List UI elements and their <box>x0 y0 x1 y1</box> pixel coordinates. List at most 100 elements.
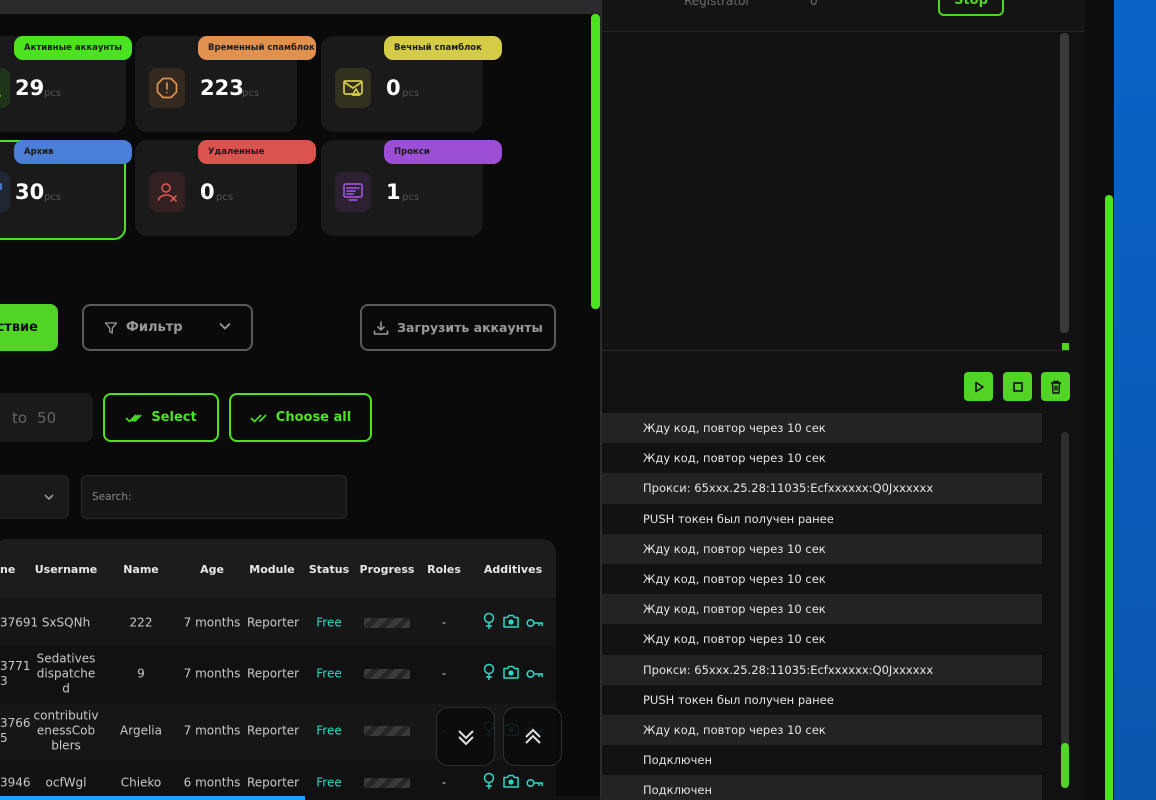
worker-panel-scrollbar[interactable] <box>1060 33 1069 333</box>
scroll-down-button[interactable] <box>436 707 495 766</box>
log-line: Жду код, повтор через 10 сек <box>600 443 1042 474</box>
table-cell: Reporter <box>247 723 300 738</box>
range-to-value: 50 <box>37 408 57 427</box>
accounts-window-scrollbar[interactable] <box>591 14 600 309</box>
log-line: PUSH токен был получен ранее <box>600 503 1042 534</box>
table-cell: Argelia <box>120 723 162 738</box>
table-cell: 222 <box>129 615 153 630</box>
table-cell: 3766 5 <box>0 716 31 745</box>
camera-icon[interactable] <box>502 773 520 793</box>
column-header[interactable]: Roles <box>427 563 461 576</box>
stat-badge: Вечный спамблок <box>384 36 502 60</box>
column-header[interactable]: Age <box>200 563 224 576</box>
per-page-select[interactable] <box>0 475 69 519</box>
stop-button[interactable]: Stop <box>938 0 1004 16</box>
column-header[interactable]: Username <box>35 563 98 576</box>
key-icon[interactable] <box>526 774 544 793</box>
scroll-up-button[interactable] <box>503 707 562 766</box>
search-input[interactable] <box>81 475 347 519</box>
action-button[interactable]: ствие <box>0 304 58 351</box>
progress-bar <box>364 618 410 628</box>
table-cell: 7 months <box>183 615 241 630</box>
camera-icon[interactable] <box>502 613 520 633</box>
desktop-background <box>1114 0 1156 800</box>
key-icon[interactable] <box>526 614 544 633</box>
female-icon[interactable] <box>482 612 496 634</box>
choose-all-label: Choose all <box>275 410 352 425</box>
upload-accounts-button[interactable]: Загрузить аккаунты <box>360 304 556 351</box>
column-header[interactable]: Name <box>123 563 159 576</box>
column-header[interactable]: Additives <box>484 563 542 576</box>
stat-value: 30 <box>15 180 45 204</box>
stop-square-button[interactable] <box>1003 372 1032 401</box>
column-header[interactable]: ne <box>0 563 15 576</box>
stat-badge: Временный спамблок <box>198 36 316 60</box>
log-line: PUSH токен был получен ранее <box>600 684 1042 715</box>
filter-dropdown[interactable]: Фильтр <box>82 304 253 351</box>
window-titlebar[interactable] <box>0 0 600 14</box>
log-scrollbar[interactable] <box>1061 432 1069 788</box>
log-line: Прокси: 65xxx.25.28:11035:Ecfxxxxxx:Q0Jx… <box>600 654 1042 685</box>
stat-badge: Активные аккаунты <box>14 36 132 60</box>
table-cell: SxSQNh <box>41 615 91 630</box>
table-cell: ocfWgl <box>45 775 87 790</box>
column-header[interactable]: Module <box>249 563 294 576</box>
log-line: Жду код, повтор через 10 сек <box>600 594 1042 625</box>
column-header[interactable]: Status <box>309 563 349 576</box>
log-line: Жду код, повтор через 10 сек <box>600 624 1042 655</box>
log-line: Жду код, повтор через 10 сек <box>600 533 1042 564</box>
archive-icon <box>0 172 10 212</box>
table-cell: 3771 3 <box>0 659 31 688</box>
table-cell: Free <box>316 723 342 738</box>
warning-octagon-icon <box>149 68 185 108</box>
double-check-icon <box>125 413 142 423</box>
table-cell: Sedatives dispatche d <box>36 651 96 696</box>
table-cell: - <box>441 775 447 790</box>
choose-all-button[interactable]: Choose all <box>229 393 372 442</box>
table-cell: 7 months <box>183 723 241 738</box>
table-cell: Reporter <box>247 666 300 681</box>
stat-badge: Удаленные <box>198 140 316 164</box>
select-label: Select <box>151 410 197 425</box>
additives-cell <box>482 612 544 634</box>
progress-bar <box>364 669 410 679</box>
resize-handle[interactable] <box>1062 343 1069 350</box>
range-to-field[interactable]: to 50 <box>0 393 93 442</box>
key-icon[interactable] <box>526 665 544 684</box>
table-cell: Free <box>316 666 342 681</box>
camera-icon[interactable] <box>502 664 520 684</box>
table-cell: Reporter <box>247 615 300 630</box>
progress-bar <box>364 778 410 788</box>
table-cell: 6 months <box>183 775 241 790</box>
table-cell: contributiv enessCob blers <box>33 708 99 753</box>
stat-value: 0 <box>386 76 401 100</box>
worker-module-label: Registrator <box>684 0 751 8</box>
chevron-down-icon <box>219 322 231 330</box>
table-cell: Chieko <box>120 775 162 790</box>
stat-unit: pcs <box>216 192 234 203</box>
accounts-window: Активные аккаунты 29 pcs Временный спамблок… <box>0 0 602 796</box>
stop-square-icon <box>1012 381 1023 392</box>
female-icon[interactable] <box>482 663 496 685</box>
clear-log-button[interactable] <box>1041 372 1070 401</box>
mail-warning-icon <box>335 68 371 108</box>
app-scrollbar[interactable] <box>1105 195 1113 800</box>
table-cell: 7 months <box>183 666 241 681</box>
range-to-label: to <box>12 408 28 427</box>
user-icon <box>0 68 10 108</box>
female-icon[interactable] <box>482 772 496 794</box>
upload-label: Загрузить аккаунты <box>397 320 543 335</box>
table-cell: - <box>441 666 447 681</box>
trash-icon <box>1050 380 1061 394</box>
additives-cell <box>482 772 544 794</box>
progress-bar <box>364 726 410 736</box>
select-button[interactable]: Select <box>103 393 219 442</box>
double-chevron-up-icon <box>524 728 541 744</box>
column-header[interactable]: Progress <box>360 563 415 576</box>
worker-count-value: 0 <box>810 0 818 8</box>
play-button[interactable] <box>964 372 993 401</box>
stat-unit: pcs <box>44 192 62 203</box>
table-cell: Reporter <box>247 775 300 790</box>
log-scrollbar-thumb[interactable] <box>1061 743 1069 788</box>
table-cell: 9 <box>137 666 145 681</box>
